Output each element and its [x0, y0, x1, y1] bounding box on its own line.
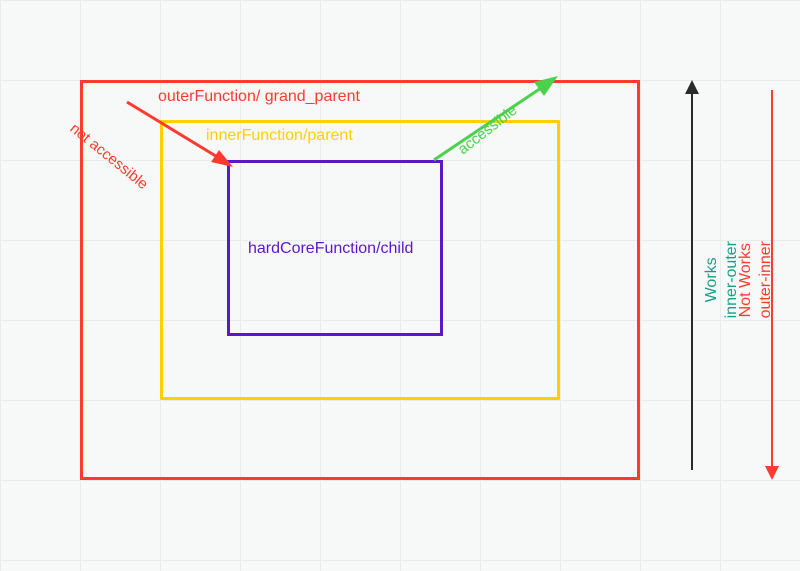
not-works-sub: outer-inner — [757, 241, 774, 318]
not-works-title: Not Works — [737, 243, 754, 317]
not-works-caption: Not Works outer-inner — [736, 80, 776, 480]
not-accessible-arrow — [125, 100, 235, 170]
works-title: Works — [703, 257, 720, 302]
diagram-canvas: { "boxes":{ "outer":"outerFunction/ gran… — [0, 0, 800, 571]
accessible-arrow — [430, 72, 560, 164]
hardcore-function-label: hardCoreFunction/child — [248, 240, 413, 258]
